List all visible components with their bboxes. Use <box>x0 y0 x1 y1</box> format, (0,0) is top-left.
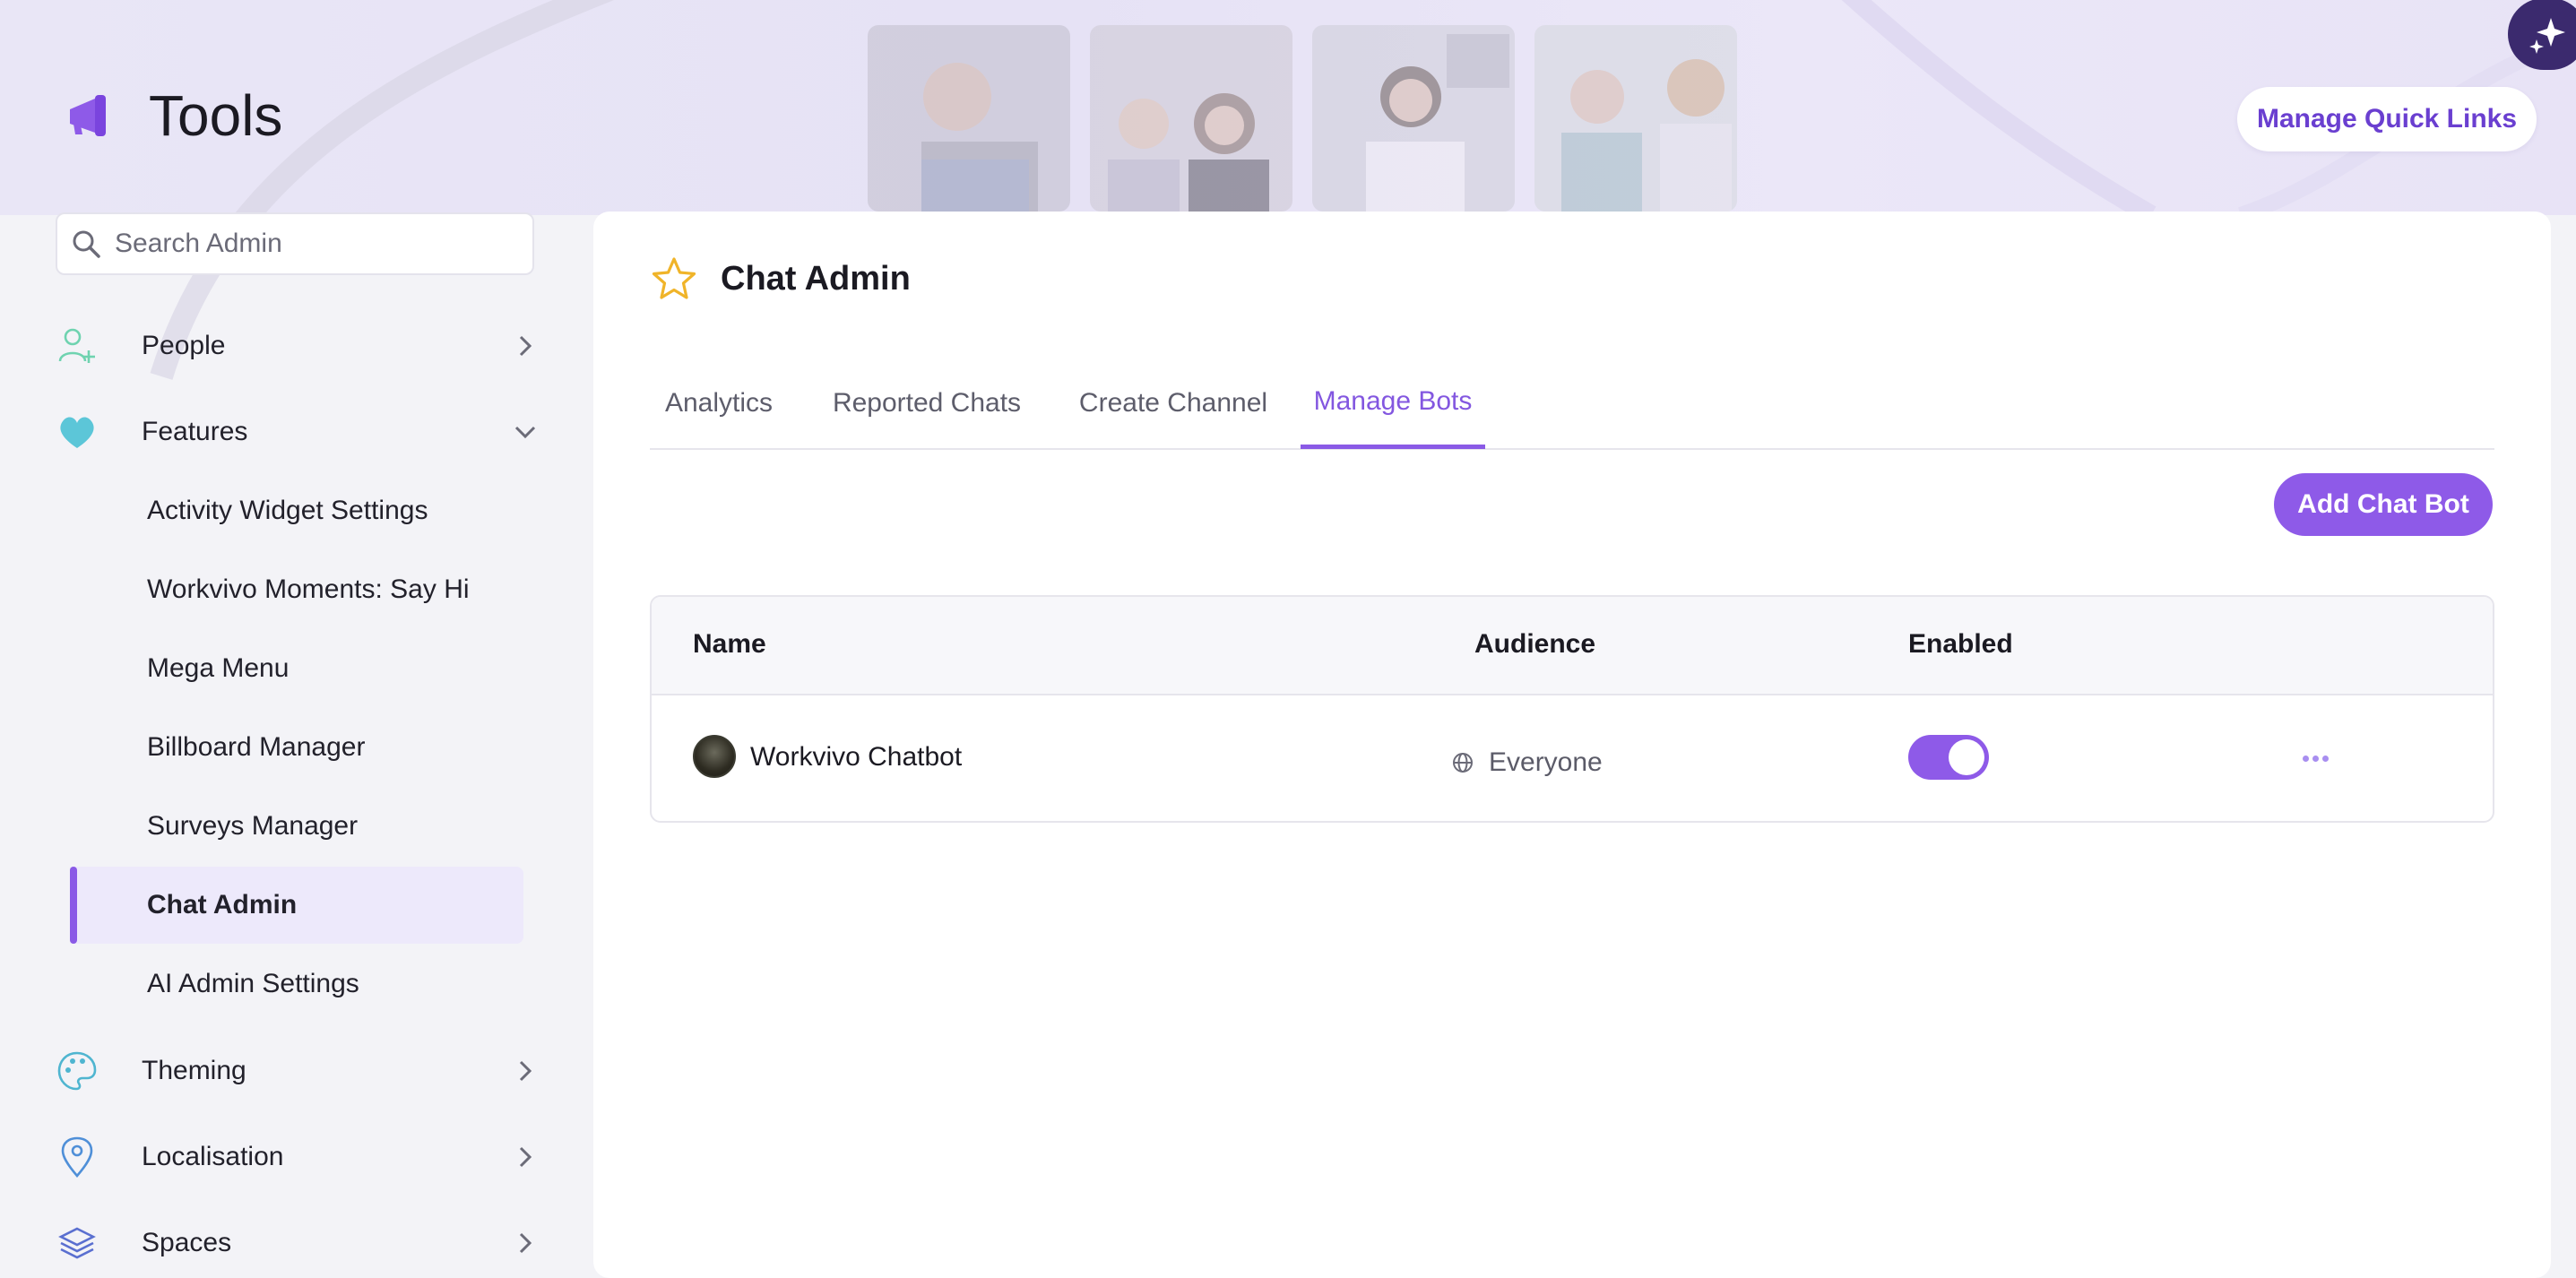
enabled-toggle[interactable] <box>1908 735 1989 780</box>
location-pin-icon <box>56 1136 99 1179</box>
table-header: Name Audience Enabled <box>652 597 2493 695</box>
audience-label: Everyone <box>1489 747 1603 777</box>
column-header-name: Name <box>693 629 766 659</box>
chevron-right-icon[interactable] <box>511 332 540 360</box>
sidebar-subitem-surveys-manager[interactable]: Surveys Manager <box>70 788 523 865</box>
chevron-right-icon[interactable] <box>511 1057 540 1085</box>
page-header-title: Tools <box>149 83 283 148</box>
sidebar-subitem-activity-widget-settings[interactable]: Activity Widget Settings <box>70 472 523 549</box>
sidebar-subitem-label: Billboard Manager <box>147 732 366 762</box>
hero-photo-strip <box>868 25 1737 212</box>
hero-photo <box>1312 25 1515 212</box>
sidebar-subitem-label: Mega Menu <box>147 653 290 683</box>
sidebar-subitem-ai-admin-settings[interactable]: AI Admin Settings <box>70 946 523 1023</box>
admin-search-field[interactable] <box>56 212 534 275</box>
sidebar-item-spaces[interactable]: Spaces <box>56 1212 540 1274</box>
person-add-icon <box>56 324 99 367</box>
page-title: Chat Admin <box>721 260 911 298</box>
sidebar-subitem-label: AI Admin Settings <box>147 969 359 998</box>
sidebar-subitem-billboard-manager[interactable]: Billboard Manager <box>70 709 523 786</box>
megaphone-icon <box>70 95 106 136</box>
sidebar-subitem-chat-admin[interactable]: Chat Admin <box>70 867 523 944</box>
sidebar-subitem-mega-menu[interactable]: Mega Menu <box>70 630 523 707</box>
favorite-star-icon[interactable] <box>649 255 699 305</box>
more-options-icon[interactable] <box>2294 742 2337 774</box>
tab-bar: Analytics Reported Chats Create Channel … <box>650 358 2494 450</box>
sidebar-subitem-label: Surveys Manager <box>147 811 359 841</box>
manage-quick-links-button[interactable]: Manage Quick Links <box>2237 87 2537 151</box>
search-icon <box>73 230 100 258</box>
chevron-right-icon[interactable] <box>511 1229 540 1257</box>
column-header-audience: Audience <box>1474 629 1596 659</box>
toggle-knob <box>1949 739 1984 775</box>
sidebar-item-people[interactable]: People <box>56 315 540 377</box>
sidebar-subitem-workvivo-moments[interactable]: Workvivo Moments: Say Hi <box>70 551 523 628</box>
sidebar-subitem-label: Activity Widget Settings <box>147 496 428 525</box>
table-row: Workvivo Chatbot Everyone <box>652 695 2493 821</box>
layers-icon <box>56 1222 99 1265</box>
tab-manage-bots[interactable]: Manage Bots <box>1301 358 1485 449</box>
globe-icon <box>1453 753 1473 773</box>
palette-icon <box>56 1049 99 1092</box>
hero-photo <box>1534 25 1737 212</box>
sparkle-icon <box>2529 18 2565 54</box>
hero-photo <box>868 25 1070 212</box>
sidebar-item-theming[interactable]: Theming <box>56 1040 540 1102</box>
add-chat-bot-button[interactable]: Add Chat Bot <box>2274 473 2493 536</box>
sidebar-item-label: Theming <box>142 1056 246 1085</box>
hero-photo <box>1090 25 1292 212</box>
sidebar-item-features[interactable]: Features <box>56 401 540 463</box>
sidebar-item-localisation[interactable]: Localisation <box>56 1126 540 1188</box>
bot-avatar <box>693 735 736 778</box>
sidebar-item-label: Spaces <box>142 1228 232 1257</box>
sidebar-item-label: People <box>142 331 226 360</box>
search-input[interactable] <box>113 228 511 260</box>
sidebar-subitem-label: Workvivo Moments: Say Hi <box>147 574 470 604</box>
bot-name: Workvivo Chatbot <box>750 742 963 772</box>
chevron-down-icon[interactable] <box>511 418 540 446</box>
ai-assistant-button[interactable] <box>2508 0 2576 70</box>
bots-table: Name Audience Enabled Workvivo Chatbot E… <box>650 595 2494 823</box>
tab-reported-chats[interactable]: Reported Chats <box>817 358 1037 448</box>
tab-analytics[interactable]: Analytics <box>650 358 788 448</box>
sidebar-item-label: Features <box>142 417 248 446</box>
sidebar-item-label: Localisation <box>142 1142 284 1171</box>
sidebar-subitem-label: Chat Admin <box>147 890 298 920</box>
chevron-right-icon[interactable] <box>511 1143 540 1171</box>
tab-create-channel[interactable]: Create Channel <box>1066 358 1281 448</box>
column-header-enabled: Enabled <box>1908 629 2013 659</box>
heart-icon <box>56 410 99 453</box>
